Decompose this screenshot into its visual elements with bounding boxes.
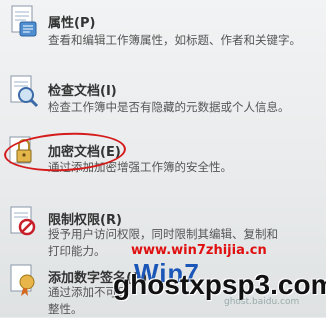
properties-description: 查看和编辑工作簿属性，如标题、作者和关键字。 [48, 33, 301, 47]
inspect-document-icon [6, 74, 40, 110]
menu-item-inspect-document[interactable]: 检查文档(I) 检查工作簿中是否有隐藏的元数据或个人信息。 [0, 66, 326, 128]
inspect-document-description: 检查工作簿中是否有隐藏的元数据或个人信息。 [48, 100, 290, 114]
digital-signature-icon [6, 262, 40, 298]
menu-item-properties[interactable]: 属性(P) 查看和编辑工作簿属性，如标题、作者和关键字。 [0, 0, 326, 62]
small-watermark: ghost.baidu.com [224, 297, 300, 307]
site-watermark: www.win7zhijia.cn [131, 243, 267, 258]
inspect-document-title: 检查文档(I) [48, 84, 117, 99]
file-info-menu-panel: 属性(P) 查看和编辑工作簿属性，如标题、作者和关键字。 检查文档(I) 检查工… [0, 0, 326, 317]
properties-document-icon [6, 4, 40, 40]
properties-title: 属性(P) [48, 16, 96, 31]
restrict-permission-description-line1: 授予用户访问权限，同时限制其编辑、复制和 [48, 227, 278, 241]
restrict-permission-icon [6, 204, 40, 240]
